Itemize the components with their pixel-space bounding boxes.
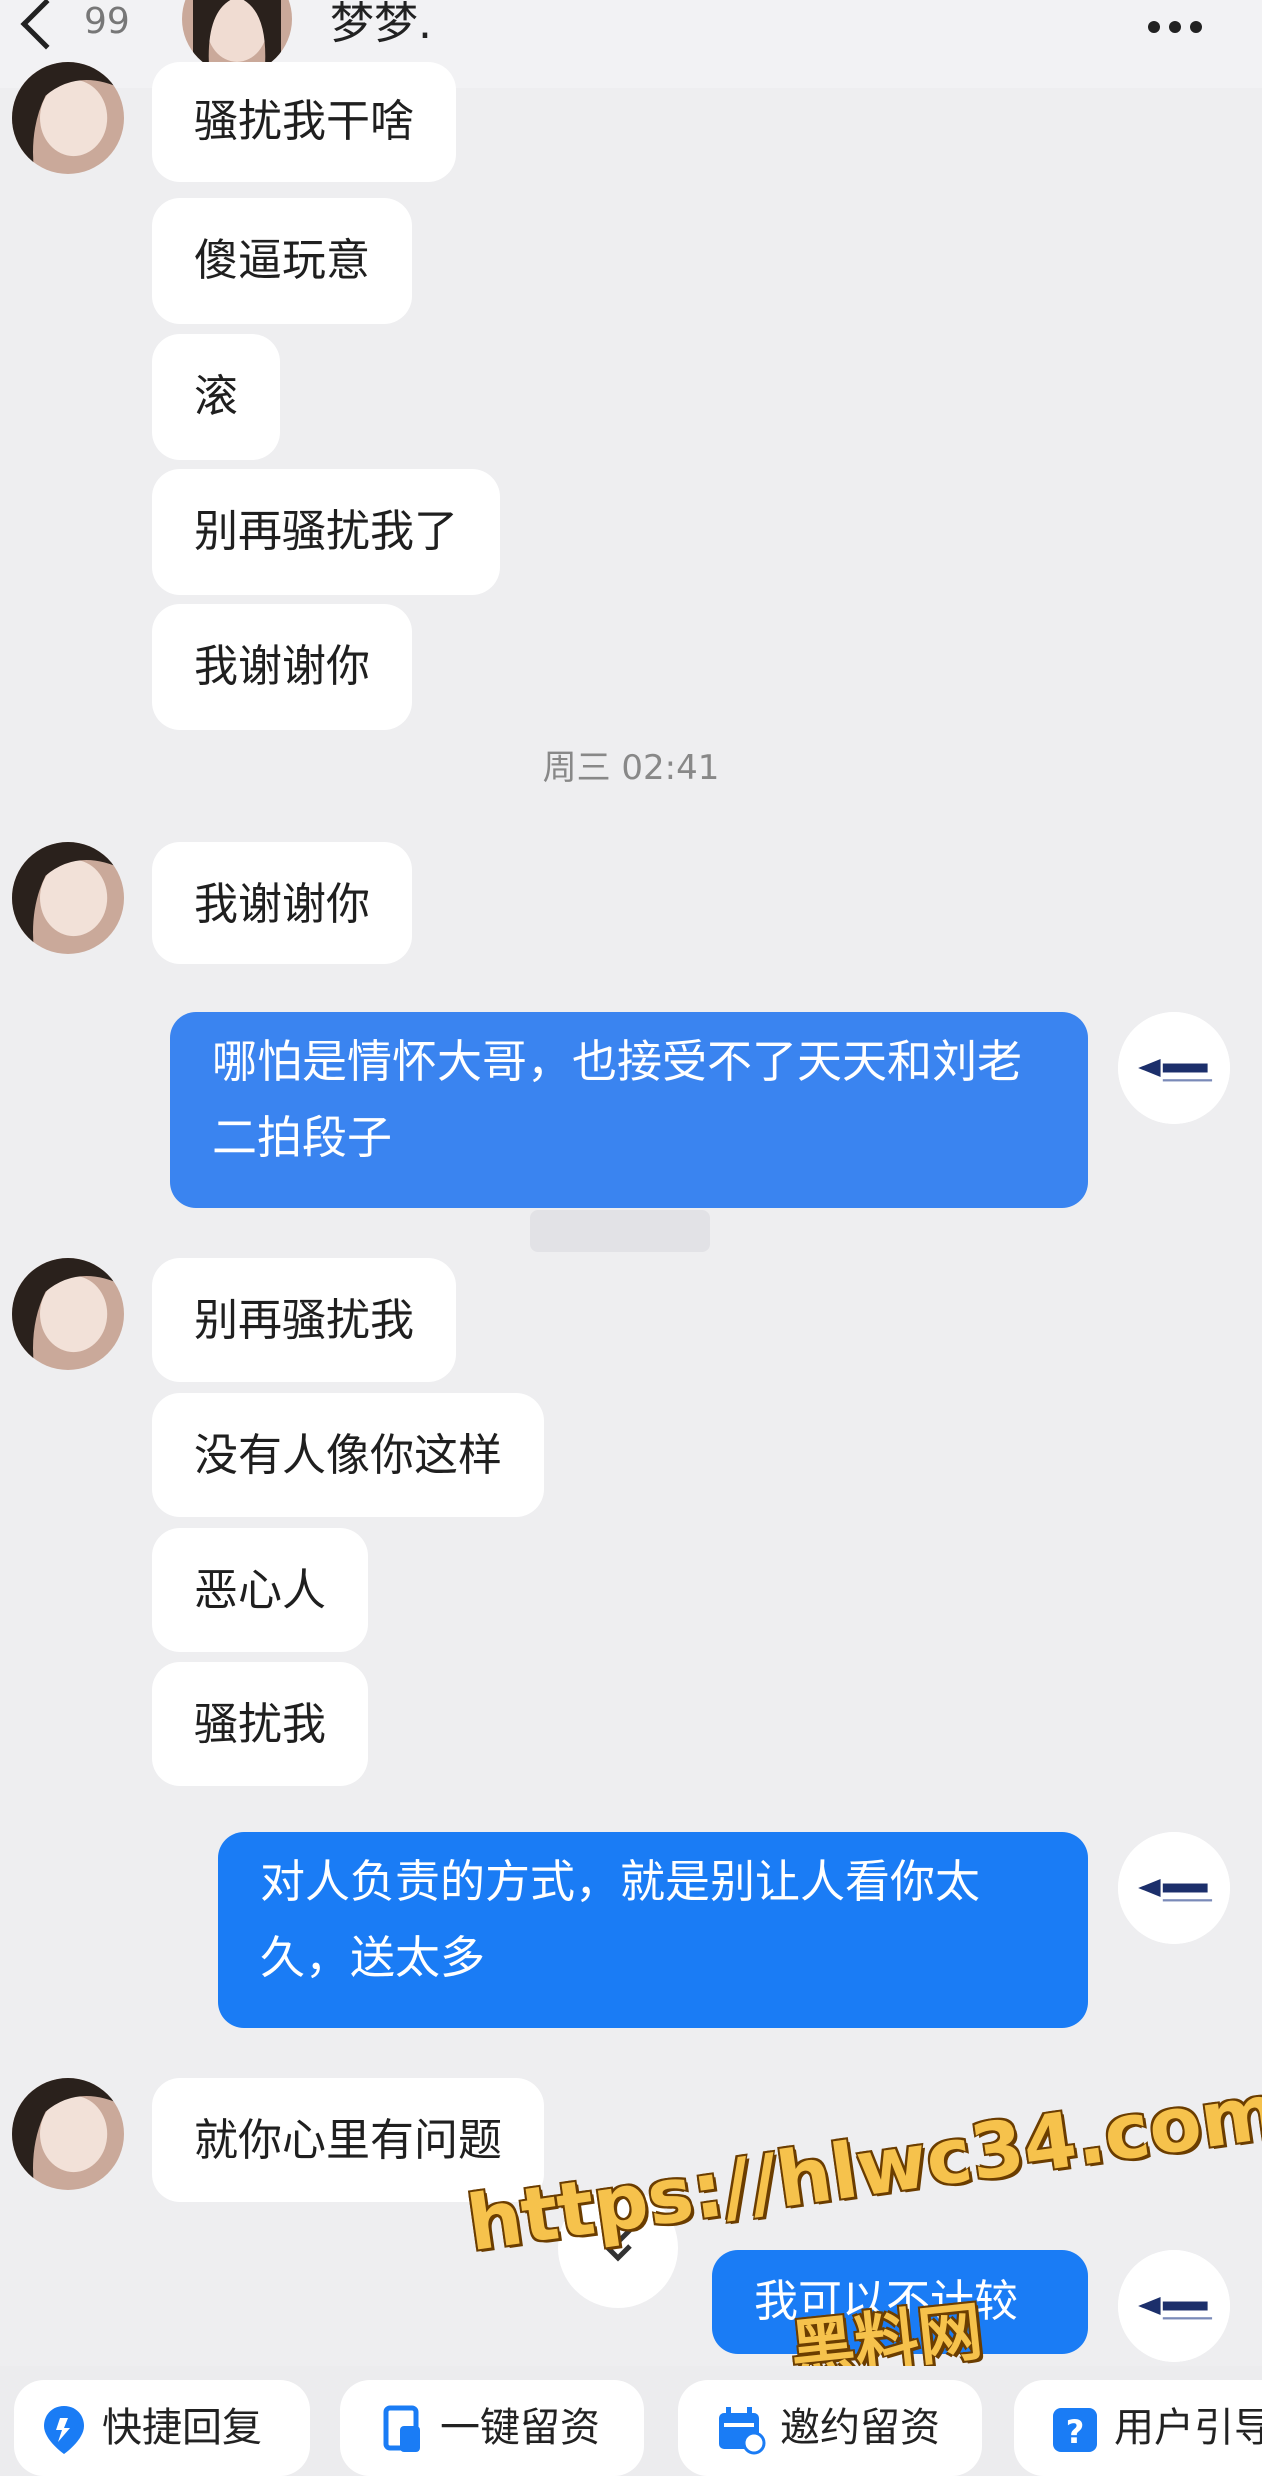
svg-text:?: ? (1066, 2413, 1085, 2451)
back-chevron-icon[interactable] (20, 0, 72, 50)
location-pin-icon (44, 2406, 84, 2454)
blurred-element (530, 1210, 710, 1252)
contact-avatar-small[interactable] (12, 2078, 124, 2190)
incoming-message: 别再骚扰我了 (152, 469, 500, 595)
calendar-icon (719, 2407, 766, 2455)
agent-avatar[interactable] (1118, 2250, 1230, 2362)
incoming-message: 骚扰我 (152, 1662, 368, 1786)
invite-lead-button[interactable]: 邀约留资 (678, 2380, 982, 2476)
incoming-message: 骚扰我干啥 (152, 62, 456, 182)
incoming-message: 滚 (152, 334, 280, 460)
agent-avatar[interactable] (1118, 1012, 1230, 1124)
quick-reply-button[interactable]: 快捷回复 (14, 2380, 310, 2476)
more-dots-icon[interactable] (1148, 18, 1211, 37)
outgoing-message: 哪怕是情怀大哥，也接受不了天天和刘老二拍段子 (170, 1012, 1088, 1208)
invite-lead-label: 邀约留资 (780, 2405, 940, 2451)
unread-count: 99 (84, 1, 130, 42)
one-click-lead-button[interactable]: 一键留资 (340, 2380, 644, 2476)
incoming-message: 恶心人 (152, 1528, 368, 1652)
contact-avatar-small[interactable] (12, 1258, 124, 1370)
one-click-lead-label: 一键留资 (440, 2405, 600, 2451)
help-icon: ? (1053, 2408, 1097, 2452)
incoming-message: 我谢谢你 (152, 842, 412, 964)
watermark-url: https://hlwc34.com (462, 2066, 1262, 2269)
quick-reply-label: 快捷回复 (102, 2405, 262, 2451)
timestamp: 周三 02:41 (542, 748, 720, 788)
incoming-message: 别再骚扰我 (152, 1258, 456, 1382)
document-icon (383, 2405, 420, 2452)
contact-avatar-small[interactable] (12, 62, 124, 174)
incoming-message: 傻逼玩意 (152, 198, 412, 324)
incoming-message: 没有人像你这样 (152, 1393, 544, 1517)
user-guide-label: 用户引导 (1114, 2405, 1262, 2451)
contact-avatar-small[interactable] (12, 842, 124, 954)
user-guide-button[interactable]: ? 用户引导 (1014, 2380, 1262, 2476)
incoming-message: 我谢谢你 (152, 604, 412, 730)
contact-name: 梦梦. (330, 0, 432, 49)
outgoing-message: 对人负责的方式，就是别让人看你太久，送太多 (218, 1832, 1088, 2028)
agent-avatar[interactable] (1118, 1832, 1230, 1944)
